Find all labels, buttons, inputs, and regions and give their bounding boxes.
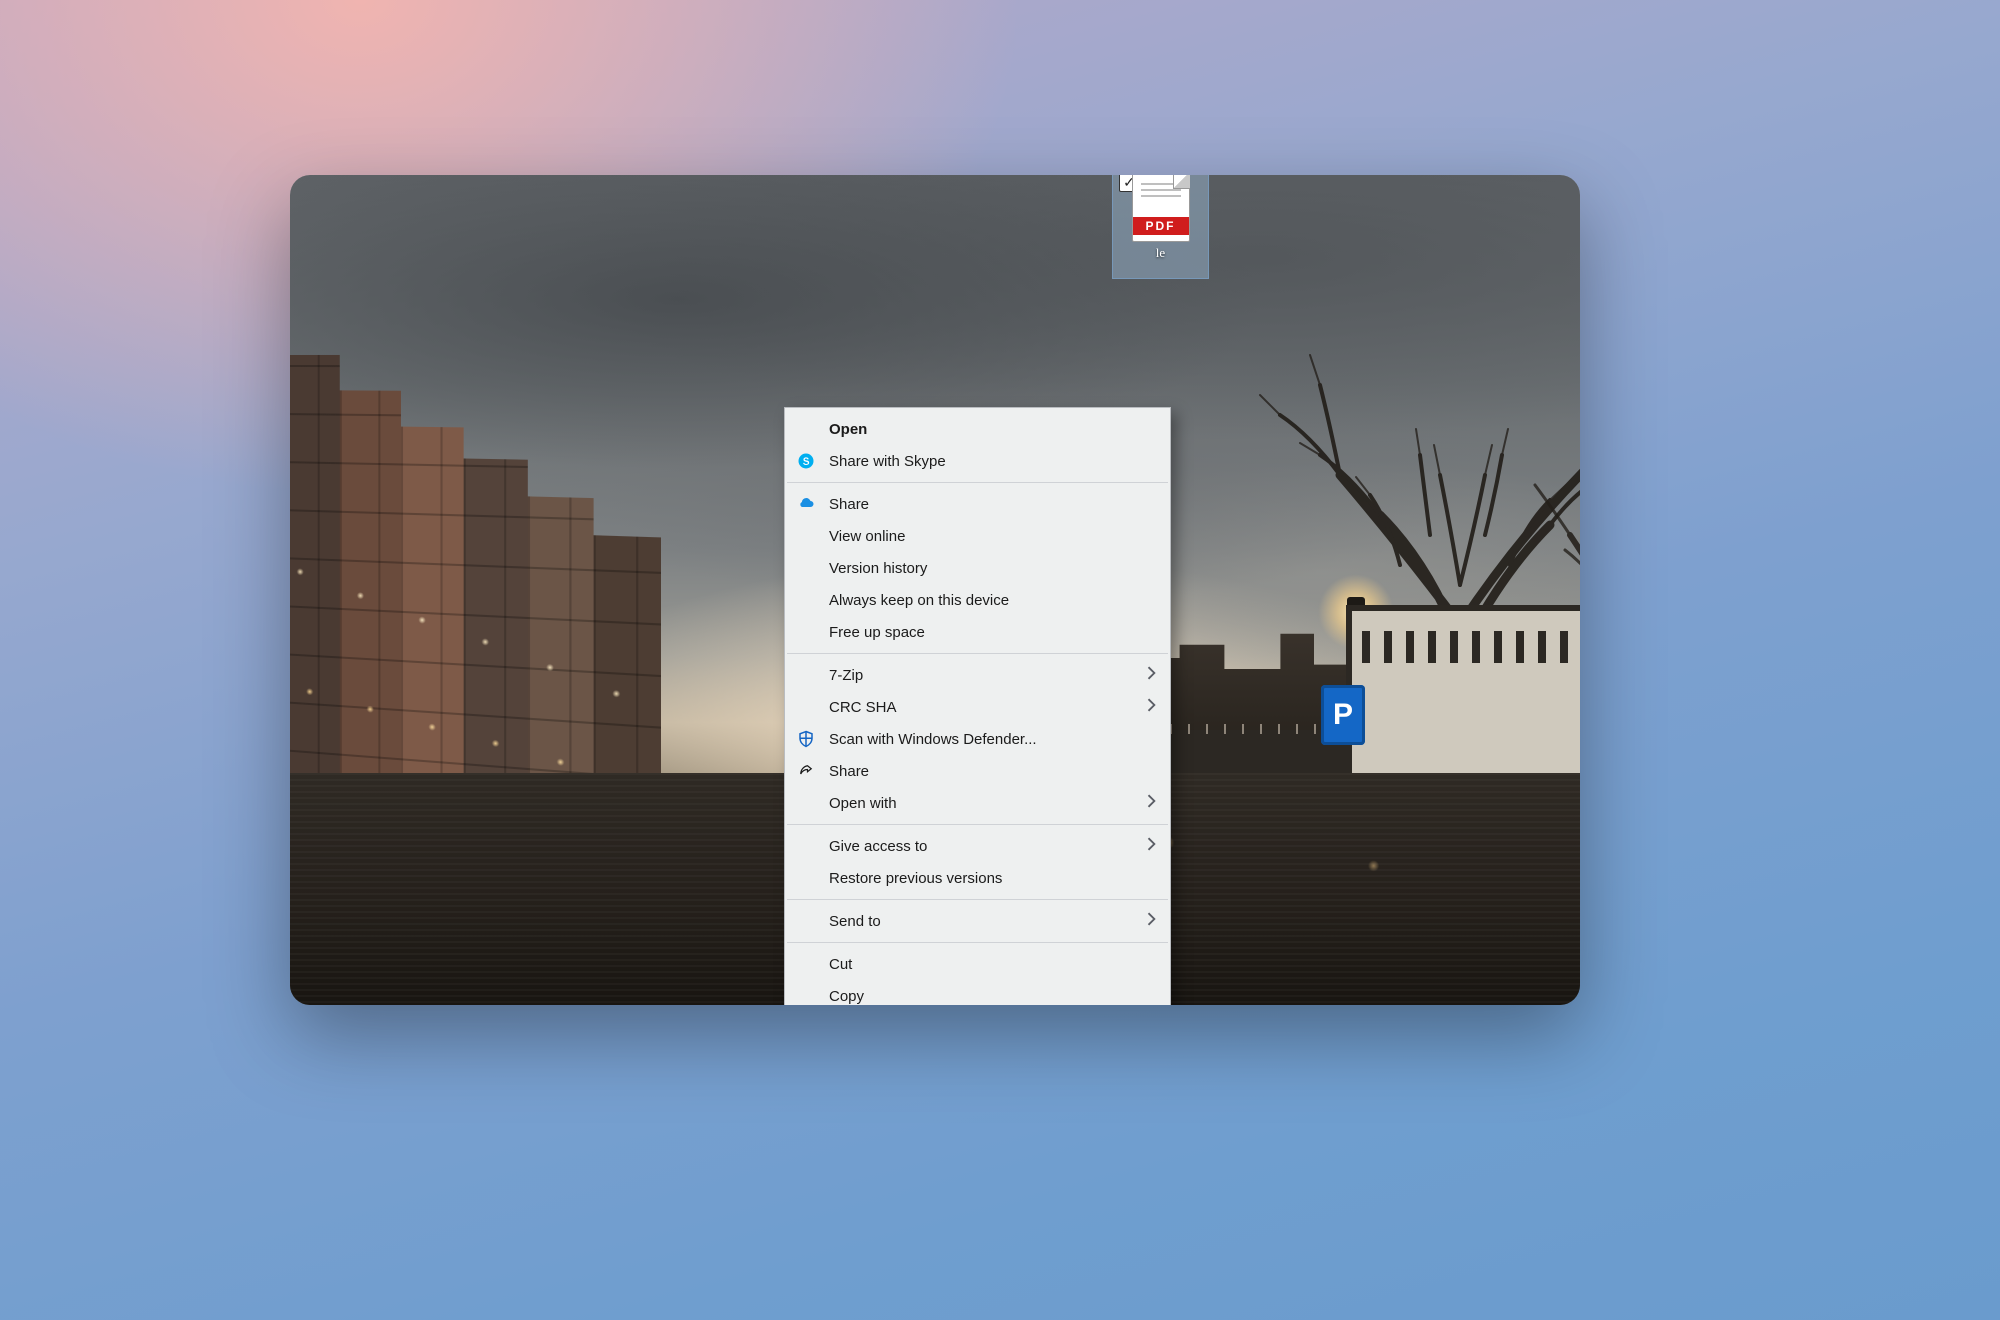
menu-item-skype[interactable]: Share with Skype (786, 445, 1169, 477)
menu-item-label: Always keep on this device (829, 592, 1009, 609)
menu-item-label: Version history (829, 560, 927, 577)
menu-item-version-history[interactable]: Version history (786, 552, 1169, 584)
menu-item-keep-device[interactable]: Always keep on this device (786, 584, 1169, 616)
pdf-badge: PDF (1133, 217, 1189, 235)
menu-item-free-space[interactable]: Free up space (786, 616, 1169, 648)
menu-item-label: Open (829, 421, 867, 438)
menu-item-cut[interactable]: Cut (786, 948, 1169, 980)
menu-item-send-to[interactable]: Send to (786, 905, 1169, 937)
menu-item-share-cloud[interactable]: Share (786, 488, 1169, 520)
menu-item-label: Share with Skype (829, 453, 946, 470)
shield-icon (796, 729, 816, 749)
menu-item-open[interactable]: Open (786, 413, 1169, 445)
share-icon (796, 761, 816, 781)
menu-separator (787, 899, 1168, 900)
menu-item-label: 7-Zip (829, 667, 863, 684)
menu-item-label: Open with (829, 795, 897, 812)
menu-item-restore[interactable]: Restore previous versions (786, 862, 1169, 894)
file-label: le (1113, 246, 1208, 259)
menu-item-label: Free up space (829, 624, 925, 641)
menu-item-copy[interactable]: Copy (786, 980, 1169, 1005)
menu-item-open-with[interactable]: Open with (786, 787, 1169, 819)
menu-item-7zip[interactable]: 7-Zip (786, 659, 1169, 691)
menu-item-label: View online (829, 528, 905, 545)
chevron-right-icon (1147, 666, 1157, 684)
screenshot-frame: P ✓ PDF le Open Share with Skype Share View… (290, 175, 1580, 1005)
chevron-right-icon (1147, 698, 1157, 716)
chevron-right-icon (1147, 794, 1157, 812)
menu-separator (787, 942, 1168, 943)
chevron-right-icon (1147, 912, 1157, 930)
menu-item-label: Copy (829, 988, 864, 1005)
menu-item-label: CRC SHA (829, 699, 897, 716)
menu-item-crc[interactable]: CRC SHA (786, 691, 1169, 723)
cloud-icon (796, 494, 816, 514)
desktop-file-pdf[interactable]: ✓ PDF le (1112, 175, 1209, 279)
parking-sign: P (1321, 685, 1365, 745)
menu-item-label: Share (829, 763, 869, 780)
menu-item-label: Send to (829, 913, 881, 930)
menu-item-defender[interactable]: Scan with Windows Defender... (786, 723, 1169, 755)
menu-item-label: Scan with Windows Defender... (829, 731, 1037, 748)
menu-item-share2[interactable]: Share (786, 755, 1169, 787)
menu-item-label: Share (829, 496, 869, 513)
context-menu: Open Share with Skype Share View online Vers… (784, 407, 1171, 1005)
menu-separator (787, 653, 1168, 654)
skype-icon (796, 451, 816, 471)
menu-item-label: Cut (829, 956, 852, 973)
menu-item-view-online[interactable]: View online (786, 520, 1169, 552)
menu-item-label: Give access to (829, 838, 927, 855)
menu-separator (787, 824, 1168, 825)
pdf-file-icon: PDF (1132, 175, 1190, 242)
menu-separator (787, 482, 1168, 483)
menu-item-give-access[interactable]: Give access to (786, 830, 1169, 862)
chevron-right-icon (1147, 837, 1157, 855)
menu-item-label: Restore previous versions (829, 870, 1002, 887)
